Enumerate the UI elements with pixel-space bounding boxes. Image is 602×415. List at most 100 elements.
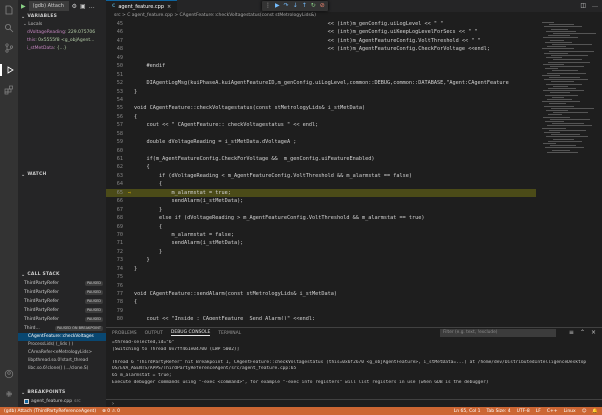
- code-line[interactable]: 73 }: [106, 256, 536, 264]
- minimap[interactable]: [538, 20, 596, 320]
- breadcrumb[interactable]: src > C agent_feature.cpp > CAgentFeatur…: [106, 12, 602, 20]
- breakpoint-thread[interactable]: Third... PAUSED ON BREAKPOINT: [18, 324, 106, 333]
- close-panel-icon[interactable]: ×: [591, 329, 596, 336]
- thread-row[interactable]: ThirdPartyRefer PAUSED: [18, 279, 106, 288]
- code-line[interactable]: 68 else if (dVoltageReading > m_AgentFea…: [106, 214, 536, 222]
- variable-row[interactable]: dVoltageReading: 229.075706: [18, 29, 106, 37]
- gutter[interactable]: [128, 273, 134, 281]
- code-line[interactable]: 50 #endif: [106, 62, 536, 70]
- code-line[interactable]: 53}: [106, 88, 536, 96]
- console-input[interactable]: ›: [106, 399, 602, 407]
- code-line[interactable]: 66 sendAlarm(i_stMetData);: [106, 197, 536, 205]
- code-line[interactable]: 64 {: [106, 180, 536, 188]
- thread-row[interactable]: ThirdPartyRefer PAUSED: [18, 306, 106, 315]
- code-line[interactable]: 80 cout << "Inside : CAgentFeature Send …: [106, 315, 536, 320]
- step-into-icon[interactable]: ↓: [293, 1, 298, 11]
- start-debugging-icon[interactable]: ▶: [21, 3, 26, 10]
- explorer-icon[interactable]: [3, 4, 15, 16]
- extensions-icon[interactable]: [3, 84, 15, 96]
- gutter[interactable]: [128, 96, 134, 104]
- code-line[interactable]: 54: [106, 96, 536, 104]
- account-icon[interactable]: [3, 368, 15, 380]
- tab-size[interactable]: Tab Size: 4: [487, 409, 511, 414]
- thread-row[interactable]: ThirdPartyRefer PAUSED: [18, 315, 106, 324]
- call-stack-header[interactable]: ⌄ CALL STACK: [18, 270, 106, 279]
- language-mode[interactable]: C++: [547, 409, 558, 414]
- panel-tab[interactable]: OUTPUT: [145, 331, 163, 336]
- stack-frame[interactable]: libpthread.so.0!start_thread: [18, 357, 106, 365]
- variable-row[interactable]: i_stMetData: {...}: [18, 45, 106, 53]
- code-line[interactable]: 46 << (int)m_genConfig.uiKeepLogLevelFor…: [106, 28, 536, 36]
- gutter[interactable]: [128, 307, 134, 315]
- code-line[interactable]: 78 {: [106, 298, 536, 306]
- clear-console-icon[interactable]: ≡: [569, 329, 574, 336]
- code-line[interactable]: 74}: [106, 265, 536, 273]
- watch-header[interactable]: ⌄ WATCH: [18, 170, 106, 179]
- panel-tab[interactable]: DEBUG CONSOLE: [170, 330, 211, 336]
- bell-icon[interactable]: 🔔: [592, 409, 598, 414]
- breakpoints-header[interactable]: ⌄ BREAKPOINTS: [18, 388, 106, 397]
- split-editor-icon[interactable]: ◫: [580, 2, 586, 9]
- code-line[interactable]: 60: [106, 147, 536, 155]
- debug-status[interactable]: (gdb) Attach (ThirdPartyReferenceAgent): [4, 409, 96, 414]
- os-indicator[interactable]: Linux: [564, 409, 576, 414]
- feedback-icon[interactable]: ☺: [582, 409, 587, 414]
- locals-scope[interactable]: ⌄ Locals: [18, 21, 106, 29]
- more-actions-icon[interactable]: …: [592, 2, 598, 9]
- breakpoint-checkbox[interactable]: [24, 399, 29, 404]
- code-line[interactable]: 61 if(m_AgentFeatureConfig.CheckForVolta…: [106, 155, 536, 163]
- debug-config-select[interactable]: (gdb) Attach: [28, 1, 69, 11]
- drag-handle-icon[interactable]: ⋮: [265, 1, 271, 11]
- restart-icon[interactable]: ↻: [311, 1, 316, 11]
- gutter[interactable]: [128, 130, 134, 138]
- source-control-icon[interactable]: [3, 42, 15, 54]
- variable-row[interactable]: this: 0x5555f8 <g_objAgent...: [18, 37, 106, 45]
- code-line[interactable]: 67 }: [106, 206, 536, 214]
- code-line[interactable]: 56 {: [106, 113, 536, 121]
- code-editor[interactable]: 45 << (int)m_genConfig.uiLogLevel << " "…: [106, 20, 536, 320]
- step-over-icon[interactable]: ↷: [284, 1, 289, 11]
- code-line[interactable]: 70 m_alarmstat = false;: [106, 231, 536, 239]
- code-line[interactable]: 77 void CAgentFeature::sendAlarm(const st…: [106, 290, 536, 298]
- tab-agent-feature[interactable]: C agent_feature.cpp ×: [106, 0, 178, 12]
- line-ending[interactable]: LF: [536, 409, 541, 414]
- code-line[interactable]: 65 ⇨ m_alarmstat = true;: [106, 188, 536, 198]
- debug-console-output[interactable]: =thread-selected,id="6" [Switching to Thr…: [106, 338, 602, 388]
- panel-tab[interactable]: TERMINAL: [218, 331, 241, 336]
- code-line[interactable]: 69 {: [106, 223, 536, 231]
- code-line[interactable]: 47 << (int)m_AgentFeatureConfig.VoltThre…: [106, 37, 536, 45]
- stack-frame[interactable]: ProcessLids( (_lids ) ): [18, 341, 106, 349]
- settings-gear-icon[interactable]: [3, 388, 15, 400]
- breakpoint-item[interactable]: agent_feature.cpp src: [18, 397, 106, 406]
- code-line[interactable]: 45 << (int)m_genConfig.uiLogLevel << " ": [106, 20, 536, 28]
- code-line[interactable]: 51: [106, 71, 536, 79]
- errors-count[interactable]: ⊗ 0 ⚠ 0: [102, 409, 120, 414]
- stack-frame[interactable]: libc.so.6!clone() (.../clone.S): [18, 365, 106, 373]
- code-line[interactable]: 49: [106, 54, 536, 62]
- search-icon[interactable]: [3, 22, 15, 34]
- code-line[interactable]: 58: [106, 130, 536, 138]
- close-icon[interactable]: ×: [167, 4, 171, 10]
- gutter[interactable]: [128, 282, 134, 290]
- code-line[interactable]: 59 double dVoltageReading = i_stMetData.…: [106, 138, 536, 146]
- code-line[interactable]: 76: [106, 282, 536, 290]
- code-line[interactable]: 63 if (dVoltageReading < m_AgentFeatureC…: [106, 172, 536, 180]
- stack-frame[interactable]: CAreaRefer<eMetrologyLids>: [18, 349, 106, 357]
- step-out-icon[interactable]: ↑: [302, 1, 307, 11]
- thread-row[interactable]: ThirdPartyRefer PAUSED: [18, 297, 106, 306]
- more-icon[interactable]: …: [89, 3, 95, 10]
- variables-header[interactable]: ⌄ VARIABLES: [18, 12, 106, 21]
- gutter[interactable]: [128, 147, 134, 155]
- encoding[interactable]: UTF-8: [517, 409, 530, 414]
- run-debug-icon[interactable]: [0, 64, 18, 76]
- stack-frame[interactable]: CAgentFeature::checkVoltages: [18, 333, 106, 341]
- panel-tab[interactable]: PROBLEMS: [112, 331, 137, 336]
- code-line[interactable]: 57 cout << " CAgentFeature:: checkVoltag…: [106, 121, 536, 129]
- console-filter-input[interactable]: Filter (e.g. text, !exclude): [440, 329, 556, 337]
- debug-console-icon[interactable]: ▣: [80, 3, 86, 10]
- code-line[interactable]: 52 DIAgentLogMsg(kuiPhaseA.kuiAgentFeatu…: [106, 79, 536, 87]
- code-line[interactable]: 55 void CAgentFeature::checkVoltagestatus…: [106, 104, 536, 112]
- gutter[interactable]: [128, 71, 134, 79]
- disconnect-icon[interactable]: ⊘: [320, 1, 325, 11]
- code-line[interactable]: 75: [106, 273, 536, 281]
